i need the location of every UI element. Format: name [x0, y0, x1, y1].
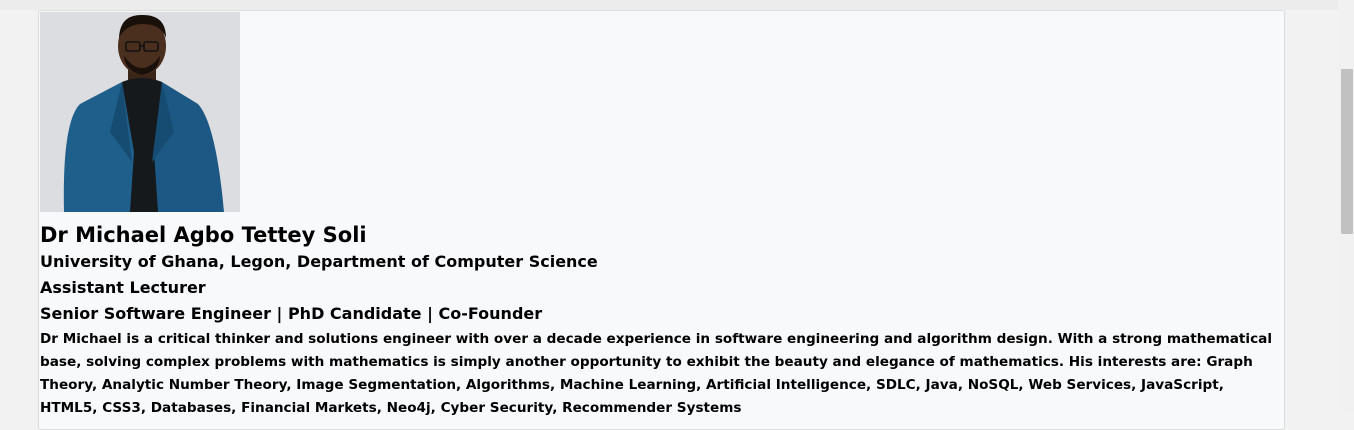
profile-text: Dr Michael Agbo Tettey Soli University o…	[40, 221, 1280, 420]
page: Dr Michael Agbo Tettey Soli University o…	[0, 0, 1338, 430]
profile-roles: Senior Software Engineer | PhD Candidate…	[40, 304, 543, 323]
top-strip	[0, 0, 1338, 10]
profile-photo	[40, 12, 240, 212]
profile-affiliation: University of Ghana, Legon, Department o…	[40, 252, 598, 271]
scrollbar-thumb[interactable]	[1341, 69, 1353, 234]
profile-position: Assistant Lecturer	[40, 278, 206, 297]
profile-name: Dr Michael Agbo Tettey Soli	[40, 223, 367, 247]
profile-card: Dr Michael Agbo Tettey Soli University o…	[38, 10, 1285, 430]
profile-bio: Dr Michael is a critical thinker and sol…	[40, 331, 1272, 416]
portrait-icon	[40, 12, 240, 212]
vertical-scrollbar[interactable]	[1338, 0, 1354, 413]
